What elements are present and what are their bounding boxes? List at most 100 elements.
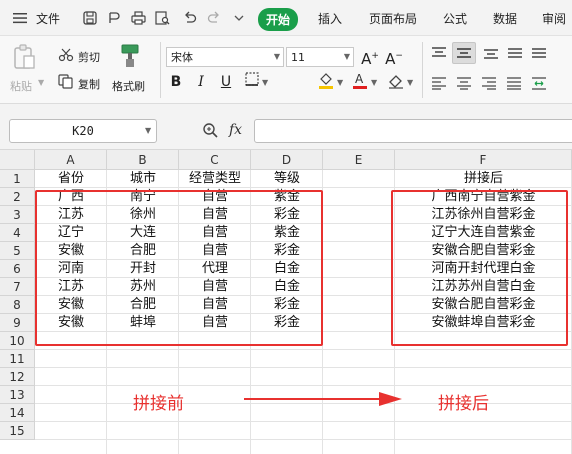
select-all-corner[interactable] <box>0 150 35 170</box>
format-painter-icon[interactable] <box>119 43 141 72</box>
preview-icon[interactable] <box>152 8 172 28</box>
ribbon-divider <box>422 42 423 98</box>
gridline <box>35 367 572 368</box>
hamburger-icon[interactable] <box>10 8 30 28</box>
eraser-icon[interactable] <box>386 71 406 91</box>
copy-icon[interactable] <box>58 74 74 92</box>
ribbon: 粘贴 ▼ 剪切 复制 格式刷 宋体 ▼ 11 ▼ A+ A− B I U ▼ ▼… <box>0 36 572 104</box>
gridline <box>35 385 572 386</box>
function-fx-icon[interactable]: fx <box>229 122 242 138</box>
cell-reference: K20 <box>72 124 94 138</box>
print-icon[interactable] <box>128 8 148 28</box>
formula-input[interactable] <box>254 119 572 143</box>
row-header-12[interactable]: 12 <box>0 368 35 386</box>
italic-button[interactable]: I <box>191 72 211 92</box>
gridline <box>35 439 572 440</box>
align-middle-icon[interactable] <box>452 42 476 64</box>
cell-f1[interactable]: 拼接后 <box>395 170 572 188</box>
row-header-10[interactable]: 10 <box>0 332 35 350</box>
font-color-icon[interactable]: A <box>350 71 370 91</box>
row-header-9[interactable]: 9 <box>0 314 35 332</box>
bold-button[interactable]: B <box>166 72 186 92</box>
tab-page-layout[interactable]: 页面布局 <box>369 10 417 27</box>
font-name-value: 宋体 <box>171 51 193 64</box>
row-header-5[interactable]: 5 <box>0 242 35 260</box>
ribbon-divider <box>160 42 161 98</box>
spreadsheet-grid: A B C D E F 1 2 3 4 5 6 7 8 9 10 11 12 13 14 15 省份 城市 经营类型 等级 拼接后… <box>0 150 572 454</box>
cell-c1[interactable]: 经营类型 <box>179 170 251 188</box>
justify-icon[interactable] <box>505 76 523 93</box>
format-painter-button[interactable]: 格式刷 <box>112 78 145 94</box>
font-size-select[interactable]: 11 ▼ <box>286 47 354 67</box>
tab-data[interactable]: 数据 <box>493 10 517 27</box>
fill-color-dropdown-icon[interactable]: ▼ <box>337 78 343 87</box>
column-header-f[interactable]: F <box>395 150 572 170</box>
arrow-icon <box>244 392 402 406</box>
menu-bar: 文件 开始 插入 页面布局 公式 数据 审阅 <box>0 0 572 36</box>
row-header-1[interactable]: 1 <box>0 170 35 188</box>
cell-d1[interactable]: 等级 <box>251 170 323 188</box>
row-header-8[interactable]: 8 <box>0 296 35 314</box>
border-dropdown-icon[interactable]: ▼ <box>262 78 268 87</box>
tab-review[interactable]: 审阅 <box>542 10 566 27</box>
row-header-13[interactable]: 13 <box>0 386 35 404</box>
align-bottom-icon[interactable] <box>482 46 500 63</box>
svg-text:A: A <box>355 72 364 86</box>
formula-bar: K20 ▼ fx <box>0 104 572 150</box>
tab-formulas[interactable]: 公式 <box>443 10 467 27</box>
tab-insert[interactable]: 插入 <box>318 10 342 27</box>
align-left-icon[interactable] <box>430 76 448 93</box>
name-box-dropdown-icon[interactable]: ▼ <box>145 126 151 135</box>
export-icon[interactable] <box>104 8 124 28</box>
wrap-top-icon[interactable] <box>530 46 548 63</box>
before-label: 拼接前 <box>133 394 184 414</box>
cut-button[interactable]: 剪切 <box>78 49 100 65</box>
grow-font-icon[interactable]: A+ <box>360 46 380 68</box>
row-header-11[interactable]: 11 <box>0 350 35 368</box>
fill-color-icon[interactable] <box>316 71 336 91</box>
tab-home[interactable]: 开始 <box>258 8 299 31</box>
align-center-icon[interactable] <box>455 76 473 93</box>
scissors-icon[interactable] <box>58 48 74 65</box>
distributed-icon[interactable] <box>530 76 548 93</box>
column-header-e[interactable]: E <box>323 150 395 170</box>
clear-dropdown-icon[interactable]: ▼ <box>407 78 413 87</box>
row-header-2[interactable]: 2 <box>0 188 35 206</box>
cell-b1[interactable]: 城市 <box>107 170 179 188</box>
row-header-14[interactable]: 14 <box>0 404 35 422</box>
column-header-b[interactable]: B <box>107 150 179 170</box>
paste-label[interactable]: 粘贴 <box>10 78 32 94</box>
column-header-d[interactable]: D <box>251 150 323 170</box>
font-color-dropdown-icon[interactable]: ▼ <box>371 78 377 87</box>
source-data-highlight <box>35 190 323 346</box>
orientation-icon[interactable] <box>506 46 524 63</box>
chevron-down-icon: ▼ <box>273 52 280 61</box>
paste-dropdown-icon[interactable]: ▼ <box>38 78 44 87</box>
paste-icon[interactable] <box>12 44 36 73</box>
cell-a1[interactable]: 省份 <box>35 170 107 188</box>
file-menu[interactable]: 文件 <box>36 10 60 27</box>
redo-icon[interactable] <box>204 8 224 28</box>
gridline <box>35 349 572 350</box>
font-name-select[interactable]: 宋体 ▼ <box>166 47 284 67</box>
row-header-4[interactable]: 4 <box>0 224 35 242</box>
zoom-icon[interactable] <box>202 122 219 142</box>
align-right-icon[interactable] <box>480 76 498 93</box>
after-label: 拼接后 <box>438 394 489 414</box>
customize-dropdown-icon[interactable] <box>229 8 249 28</box>
row-header-3[interactable]: 3 <box>0 206 35 224</box>
column-header-a[interactable]: A <box>35 150 107 170</box>
chevron-down-icon: ▼ <box>343 52 350 61</box>
row-header-7[interactable]: 7 <box>0 278 35 296</box>
align-top-icon[interactable] <box>430 46 448 63</box>
row-header-15[interactable]: 15 <box>0 422 35 440</box>
row-header-6[interactable]: 6 <box>0 260 35 278</box>
name-box[interactable]: K20 <box>9 119 157 143</box>
save-icon[interactable] <box>80 8 100 28</box>
copy-button[interactable]: 复制 <box>78 76 100 92</box>
shrink-font-icon[interactable]: A− <box>384 46 404 68</box>
undo-icon[interactable] <box>180 8 200 28</box>
column-header-c[interactable]: C <box>179 150 251 170</box>
underline-button[interactable]: U <box>216 72 236 92</box>
border-icon[interactable] <box>242 72 262 92</box>
